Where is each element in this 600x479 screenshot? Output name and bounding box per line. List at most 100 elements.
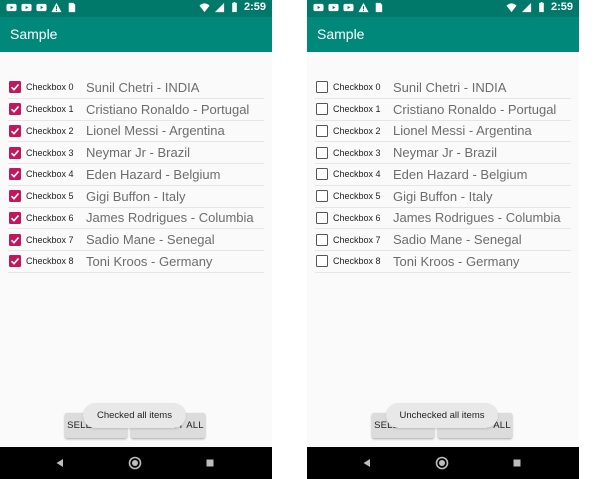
checkbox-label: Checkbox 0 <box>333 82 381 93</box>
back-button[interactable] <box>359 455 375 471</box>
recents-icon <box>206 459 214 467</box>
list-item[interactable]: Checkbox 6 James Rodrigues - Columbia <box>315 208 571 230</box>
warning-icon <box>51 2 62 13</box>
checkbox-label: Checkbox 5 <box>333 191 381 202</box>
recents-button[interactable] <box>509 455 525 471</box>
signal-icon <box>214 2 225 12</box>
player-name: Gigi Buffon - Italy <box>393 188 493 204</box>
sim-card-icon <box>68 2 76 13</box>
app-bar: Sample <box>307 17 579 52</box>
checkbox[interactable] <box>9 103 21 116</box>
checkbox[interactable] <box>9 190 21 203</box>
checkbox[interactable] <box>316 124 328 137</box>
checkbox-label: Checkbox 6 <box>26 212 74 223</box>
checkbox[interactable] <box>316 103 328 116</box>
navigation-bar <box>0 447 272 479</box>
checkbox[interactable] <box>316 146 328 159</box>
battery-icon <box>539 1 544 12</box>
checkbox[interactable] <box>9 146 21 159</box>
checkbox[interactable] <box>9 81 21 94</box>
wifi-icon <box>506 2 517 12</box>
signal-icon <box>521 2 532 12</box>
checkbox-label: Checkbox 4 <box>26 169 74 180</box>
checkbox[interactable] <box>316 81 328 94</box>
checkbox-label: Checkbox 7 <box>26 234 74 245</box>
checkbox[interactable] <box>9 124 21 137</box>
wifi-icon <box>199 2 210 12</box>
player-name: Eden Hazard - Belgium <box>86 166 221 182</box>
list-item[interactable]: Checkbox 3 Neymar Jr - Brazil <box>8 142 264 164</box>
list-item[interactable]: Checkbox 0 Sunil Chetri - INDIA <box>8 77 264 99</box>
checkbox-label: Checkbox 3 <box>26 147 74 158</box>
checkmark-icon <box>10 171 20 179</box>
checkbox-label: Checkbox 0 <box>26 82 74 93</box>
checkmark-icon <box>10 149 20 157</box>
checkbox[interactable] <box>316 168 328 181</box>
home-icon <box>435 456 449 470</box>
phone-screen-checked: 2:59 Sample Checkbox 0 Sunil Chetri - IND… <box>0 0 272 479</box>
screenshot-canvas: 2:59 Sample Checkbox 0 Sunil Chetri - IND… <box>0 0 600 479</box>
list-item[interactable]: Checkbox 8 Toni Kroos - Germany <box>315 251 571 273</box>
list-item[interactable]: Checkbox 7 Sadio Mane - Senegal <box>8 229 264 251</box>
youtube-icon <box>343 3 354 12</box>
list-item[interactable]: Checkbox 5 Gigi Buffon - Italy <box>8 186 264 208</box>
checkbox-label: Checkbox 1 <box>333 104 381 115</box>
checkmark-icon <box>10 106 20 113</box>
player-name: Cristiano Ronaldo - Portugal <box>393 101 557 117</box>
app-bar: Sample <box>0 17 272 52</box>
list-item[interactable]: Checkbox 2 Lionel Messi - Argentina <box>315 121 571 143</box>
checkmark-icon <box>10 236 20 244</box>
checkbox-label: Checkbox 2 <box>333 125 381 136</box>
warning-icon <box>358 2 369 13</box>
checkbox[interactable] <box>316 233 328 246</box>
checkbox[interactable] <box>316 211 328 224</box>
list-item[interactable]: Checkbox 4 Eden Hazard - Belgium <box>8 164 264 186</box>
checkbox-label: Checkbox 3 <box>333 147 381 158</box>
checkmark-icon <box>10 127 20 135</box>
player-name: Cristiano Ronaldo - Portugal <box>86 101 250 117</box>
list-item[interactable]: Checkbox 6 James Rodrigues - Columbia <box>8 208 264 230</box>
checkbox[interactable] <box>9 233 21 246</box>
player-name: Sadio Mane - Senegal <box>86 232 215 248</box>
list-item[interactable]: Checkbox 1 Cristiano Ronaldo - Portugal <box>8 99 264 121</box>
list-item[interactable]: Checkbox 0 Sunil Chetri - INDIA <box>315 77 571 99</box>
home-icon <box>128 456 142 470</box>
player-name: Neymar Jr - Brazil <box>393 145 498 161</box>
player-name: Lionel Messi - Argentina <box>393 123 532 139</box>
app-title: Sample <box>317 26 365 42</box>
player-name: Neymar Jr - Brazil <box>86 145 191 161</box>
checkbox[interactable] <box>9 168 21 181</box>
checkbox-label: Checkbox 6 <box>333 212 381 223</box>
home-button[interactable] <box>127 455 143 471</box>
checkbox[interactable] <box>316 255 328 268</box>
youtube-icon <box>36 3 47 12</box>
back-icon <box>363 459 370 467</box>
player-name: Eden Hazard - Belgium <box>393 166 528 182</box>
checkmark-icon <box>10 193 20 200</box>
recents-button[interactable] <box>202 455 218 471</box>
checkbox-label: Checkbox 8 <box>26 256 74 267</box>
home-button[interactable] <box>434 455 450 471</box>
player-name: James Rodrigues - Columbia <box>393 210 561 226</box>
back-button[interactable] <box>52 455 68 471</box>
navigation-bar <box>307 447 579 479</box>
player-name: Sadio Mane - Senegal <box>393 232 522 248</box>
sim-card-icon <box>375 2 383 13</box>
toast-message: Checked all items <box>83 403 186 428</box>
checkbox[interactable] <box>9 211 21 224</box>
list-item[interactable]: Checkbox 1 Cristiano Ronaldo - Portugal <box>315 99 571 121</box>
checkbox-label: Checkbox 2 <box>26 125 74 136</box>
status-bar: 2:59 <box>307 0 579 17</box>
youtube-icon <box>6 3 17 12</box>
player-name: Toni Kroos - Germany <box>86 253 213 269</box>
list-item[interactable]: Checkbox 2 Lionel Messi - Argentina <box>8 121 264 143</box>
checkmark-icon <box>10 84 20 92</box>
checkbox[interactable] <box>9 255 21 268</box>
checkbox[interactable] <box>316 190 328 203</box>
list-item[interactable]: Checkbox 4 Eden Hazard - Belgium <box>315 164 571 186</box>
battery-icon <box>232 1 237 12</box>
list-item[interactable]: Checkbox 7 Sadio Mane - Senegal <box>315 229 571 251</box>
list-item[interactable]: Checkbox 8 Toni Kroos - Germany <box>8 251 264 273</box>
list-item[interactable]: Checkbox 5 Gigi Buffon - Italy <box>315 186 571 208</box>
list-item[interactable]: Checkbox 3 Neymar Jr - Brazil <box>315 142 571 164</box>
